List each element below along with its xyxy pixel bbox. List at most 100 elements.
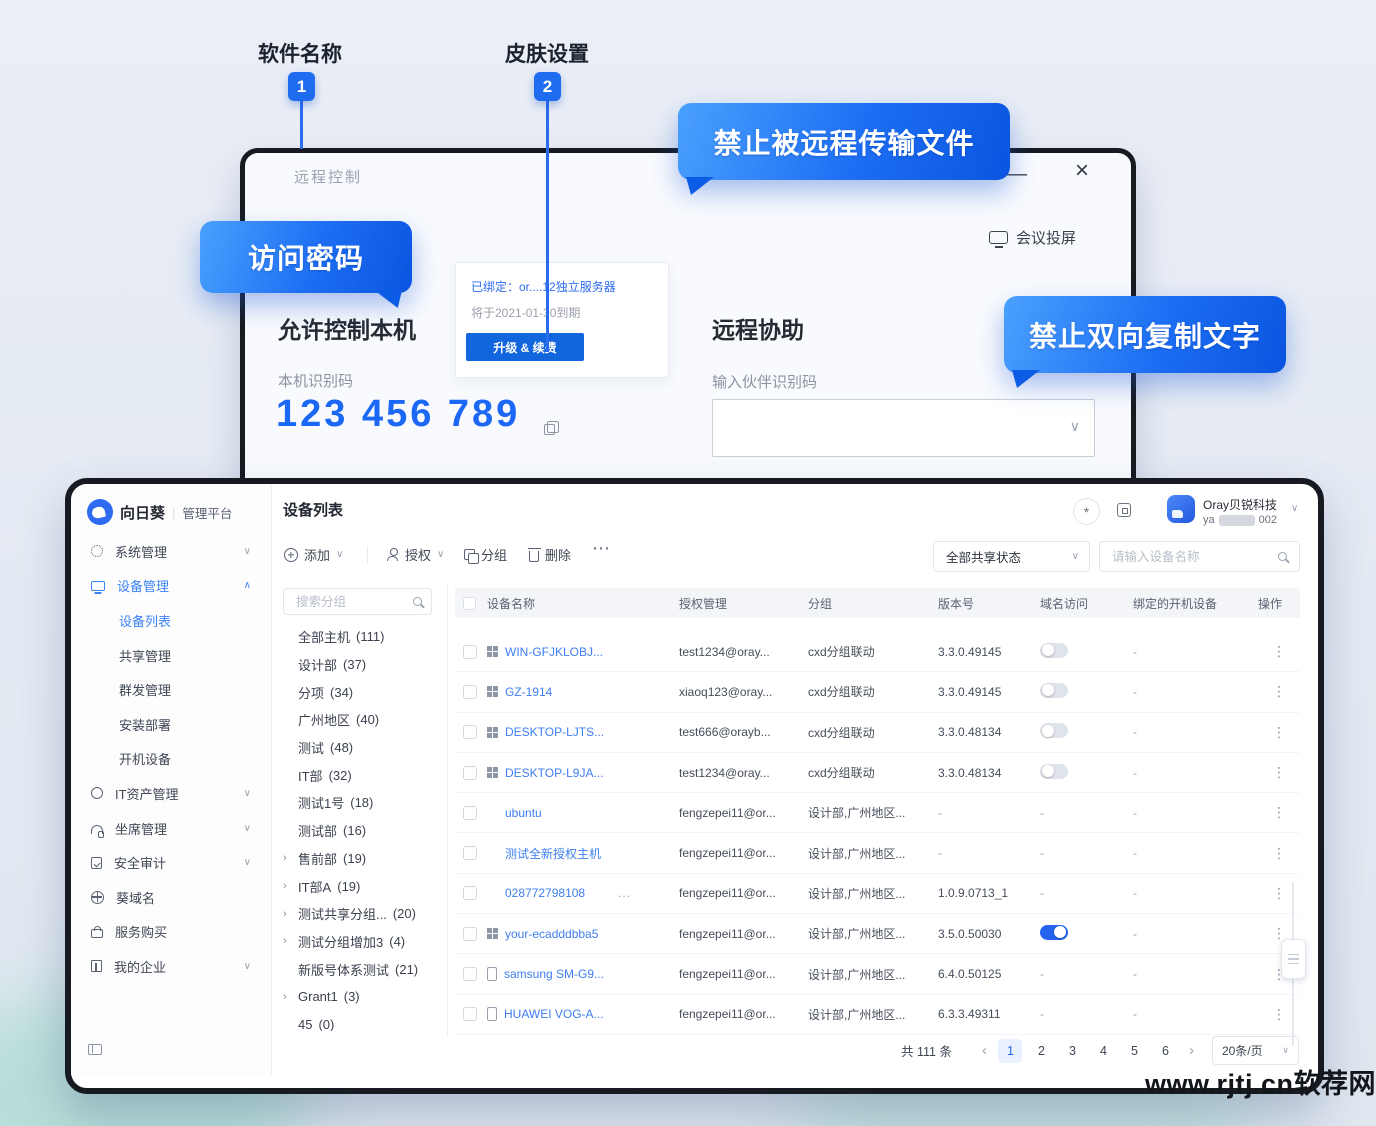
group-tree-item[interactable]: ›测试分组增加3(4) xyxy=(283,928,447,956)
scrollbar-handle[interactable] xyxy=(1281,939,1306,979)
group-tree-item[interactable]: 广州地区(40) xyxy=(283,706,447,734)
group-tree-item[interactable]: 分项(34) xyxy=(283,678,447,706)
copy-icon[interactable] xyxy=(547,421,559,433)
more-actions-button[interactable]: ⋯ xyxy=(592,538,612,559)
search-icon[interactable] xyxy=(413,597,422,606)
meeting-cast-button[interactable]: 会议投屏 xyxy=(989,227,1076,248)
device-search-box[interactable] xyxy=(1099,541,1300,572)
row-checkbox[interactable] xyxy=(463,967,477,981)
sidebar-item-install-deploy[interactable]: 安装部署 xyxy=(71,707,271,742)
group-button[interactable]: 分组 xyxy=(464,545,507,564)
domain-access-toggle[interactable] xyxy=(1040,723,1068,738)
group-tree-item[interactable]: ›IT部A(19) xyxy=(283,872,447,900)
table-row[interactable]: DESKTOP-LJTS... test666@orayb... cxd分组联动… xyxy=(455,713,1300,753)
add-device-button[interactable]: 添加 ∨ xyxy=(284,545,343,564)
device-name-link[interactable]: samsung SM-G9... xyxy=(504,967,604,981)
table-row[interactable]: ubuntu fengzepei11@or... 设计部,广州地区... - -… xyxy=(455,793,1300,833)
row-checkbox[interactable] xyxy=(463,927,477,941)
row-checkbox[interactable] xyxy=(463,846,477,860)
upgrade-renew-button[interactable]: 升级 & 续费 xyxy=(466,333,584,361)
device-name-link[interactable]: DESKTOP-LJTS... xyxy=(505,725,604,739)
device-name-link[interactable]: WIN-GFJKLOBJ... xyxy=(505,645,603,659)
group-search-input[interactable] xyxy=(284,595,413,609)
group-tree-item[interactable]: 测试部(16) xyxy=(283,817,447,845)
device-name-link[interactable]: GZ-1914 xyxy=(505,685,552,699)
device-name-link[interactable]: 测试全新授权主机 xyxy=(505,845,601,862)
table-row[interactable]: 测试全新授权主机 fengzepei11@or... 设计部,广州地区... -… xyxy=(455,833,1300,873)
table-row[interactable]: GZ-1914 xiaoq123@oray... cxd分组联动 3.3.0.4… xyxy=(455,672,1300,712)
row-checkbox[interactable] xyxy=(463,725,477,739)
search-icon[interactable] xyxy=(1278,552,1287,561)
row-checkbox[interactable] xyxy=(463,886,477,900)
device-name-link[interactable]: your-ecadddbba5 xyxy=(505,927,598,941)
sidebar-item-seat-management[interactable]: 坐席管理 ∨ xyxy=(71,811,271,846)
group-tree-item[interactable]: ›测试共享分组...(20) xyxy=(283,900,447,928)
prev-page-button[interactable]: ‹ xyxy=(982,1042,987,1059)
sidebar-item-boot-devices[interactable]: 开机设备 xyxy=(71,742,271,777)
sidebar-item-service-purchase[interactable]: 服务购买 xyxy=(71,915,271,950)
sidebar-item-kui-domain[interactable]: 葵域名 xyxy=(71,880,271,915)
sidebar-collapse-icon[interactable] xyxy=(88,1044,102,1055)
group-tree-item[interactable]: 全部主机(111) xyxy=(283,623,447,651)
group-search-box[interactable] xyxy=(283,588,432,615)
sidebar-item-system-management[interactable]: 系统管理 ∨ xyxy=(71,534,271,569)
select-all-checkbox[interactable] xyxy=(463,597,476,610)
sidebar-item-share-management[interactable]: 共享管理 xyxy=(71,638,271,673)
apps-grid-icon[interactable] xyxy=(1117,503,1131,517)
domain-access-toggle[interactable] xyxy=(1040,764,1068,779)
page-button[interactable]: 5 xyxy=(1122,1039,1146,1063)
domain-access-toggle[interactable] xyxy=(1040,643,1068,658)
table-row[interactable]: your-ecadddbba5 fengzepei11@or... 设计部,广州… xyxy=(455,914,1300,954)
table-row[interactable]: HUAWEI VOG-A... fengzepei11@or... 设计部,广州… xyxy=(455,995,1300,1035)
chevron-down-icon[interactable]: ∨ xyxy=(1070,418,1080,435)
row-actions-button[interactable]: ⋮ xyxy=(1258,643,1300,660)
device-name-link[interactable]: HUAWEI VOG-A... xyxy=(504,1007,604,1021)
device-search-input[interactable] xyxy=(1100,550,1278,564)
minimize-button[interactable]: — xyxy=(1007,163,1027,186)
sidebar-item-broadcast-management[interactable]: 群发管理 xyxy=(71,672,271,707)
page-button[interactable]: 2 xyxy=(1029,1039,1053,1063)
page-button[interactable]: 1 xyxy=(998,1039,1022,1063)
device-name-link[interactable]: DESKTOP-L9JA... xyxy=(505,766,603,780)
partner-id-input[interactable]: ∨ xyxy=(712,399,1095,457)
sidebar-item-security-audit[interactable]: 安全审计 ∨ xyxy=(71,845,271,880)
domain-access-toggle[interactable] xyxy=(1040,925,1068,940)
page-size-select[interactable]: 20条/页 ∨ xyxy=(1212,1036,1299,1065)
help-button[interactable]: * xyxy=(1073,498,1100,525)
group-tree-item[interactable]: ›售前部(19) xyxy=(283,845,447,873)
sidebar-item-it-assets[interactable]: IT资产管理 ∨ xyxy=(71,776,271,811)
row-checkbox[interactable] xyxy=(463,645,477,659)
device-name-link[interactable]: 028772798108 xyxy=(505,886,585,900)
group-tree-item[interactable]: 新版号体系测试(21) xyxy=(283,955,447,983)
row-actions-button[interactable]: ⋮ xyxy=(1258,683,1300,700)
page-button[interactable]: 4 xyxy=(1091,1039,1115,1063)
sidebar-item-my-enterprise[interactable]: 我的企业 ∨ xyxy=(71,949,271,984)
device-name-link[interactable]: ubuntu xyxy=(505,806,542,820)
group-tree-item[interactable]: IT部(32) xyxy=(283,761,447,789)
close-button[interactable]: × xyxy=(1075,157,1089,185)
sidebar-item-device-management[interactable]: 设备管理 ∧ xyxy=(71,569,271,604)
table-row[interactable]: 028772798108... fengzepei11@or... 设计部,广州… xyxy=(455,874,1300,914)
group-tree-item[interactable]: 45(0) xyxy=(283,1011,447,1031)
row-checkbox[interactable] xyxy=(463,1007,477,1021)
page-button[interactable]: 6 xyxy=(1153,1039,1177,1063)
share-status-filter[interactable]: 全部共享状态 ∨ xyxy=(933,541,1090,572)
domain-access-toggle[interactable] xyxy=(1040,683,1068,698)
row-checkbox[interactable] xyxy=(463,766,477,780)
avatar[interactable] xyxy=(1167,495,1195,523)
group-tree-item[interactable]: ›Grant1(3) xyxy=(283,983,447,1011)
row-actions-button[interactable]: ⋮ xyxy=(1258,845,1300,862)
authorize-button[interactable]: 授权 ∨ xyxy=(386,545,444,564)
row-actions-button[interactable]: ⋮ xyxy=(1258,724,1300,741)
table-row[interactable]: WIN-GFJKLOBJ... test1234@oray... cxd分组联动… xyxy=(455,632,1300,672)
row-actions-button[interactable]: ⋮ xyxy=(1258,764,1300,781)
group-tree-item[interactable]: 测试1号(18) xyxy=(283,789,447,817)
group-tree-item[interactable]: 设计部(37) xyxy=(283,651,447,679)
table-row[interactable]: DESKTOP-L9JA... test1234@oray... cxd分组联动… xyxy=(455,753,1300,793)
group-tree-item[interactable]: 测试(48) xyxy=(283,734,447,762)
table-row[interactable]: samsung SM-G9... fengzepei11@or... 设计部,广… xyxy=(455,954,1300,994)
row-checkbox[interactable] xyxy=(463,685,477,699)
page-button[interactable]: 3 xyxy=(1060,1039,1084,1063)
sidebar-item-device-list[interactable]: 设备列表 xyxy=(71,603,271,638)
row-checkbox[interactable] xyxy=(463,806,477,820)
